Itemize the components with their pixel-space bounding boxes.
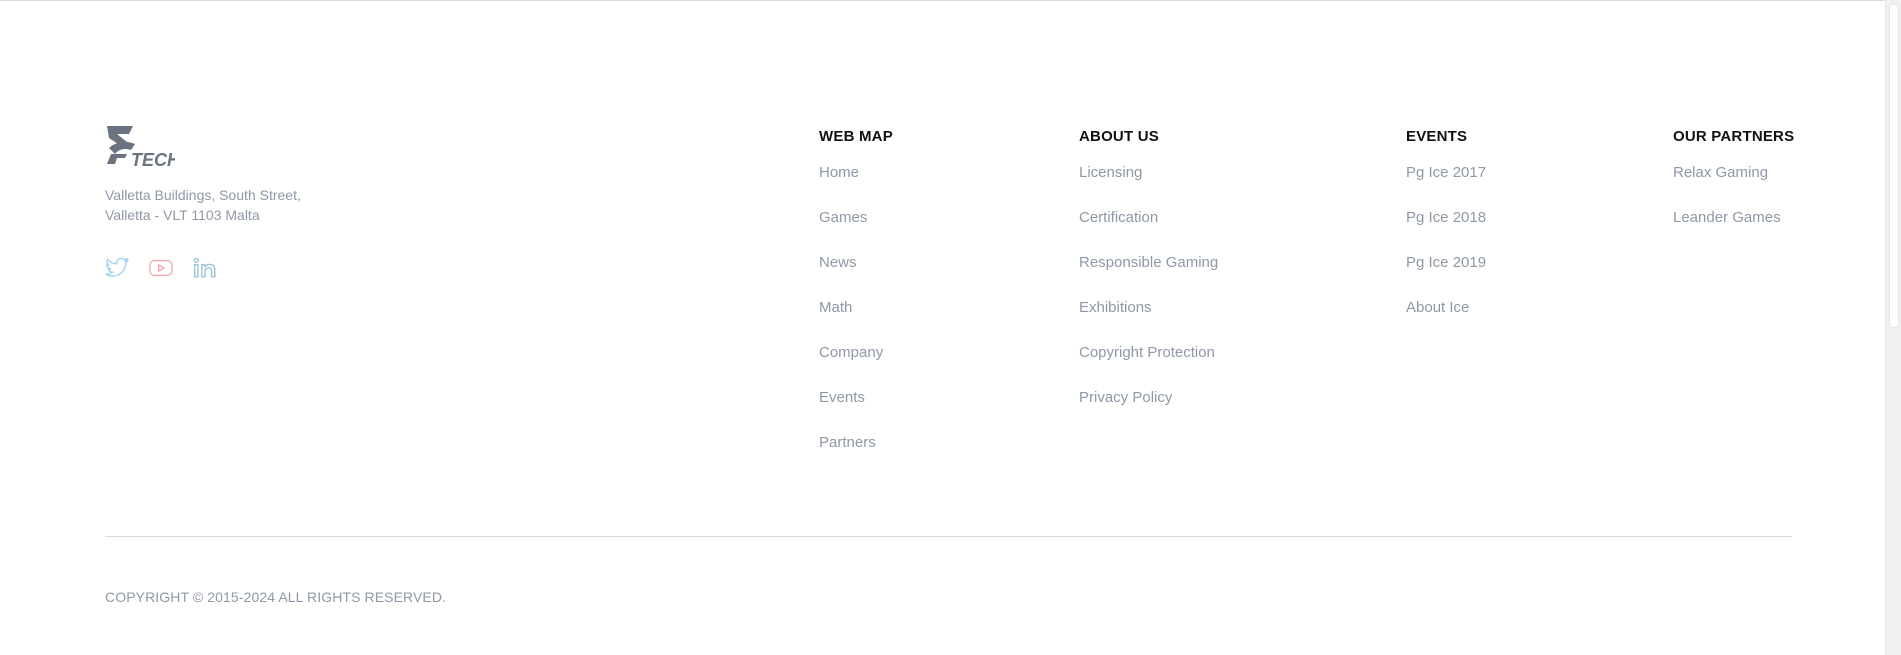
address-line-2: Valletta - VLT 1103 Malta: [105, 207, 260, 223]
footer-link-copyright-protection: Copyright Protection: [1079, 344, 1218, 389]
footer-link-pg-ice-2017: Pg Ice 2017: [1406, 164, 1486, 209]
footer-column-web-map: WEB MAP Home Games News Math Company Eve…: [819, 128, 893, 479]
footer-link-exhibitions: Exhibitions: [1079, 299, 1218, 344]
column-heading: WEB MAP: [819, 128, 893, 145]
site-footer: TECH Valletta Buildings, South Street, V…: [0, 0, 1886, 655]
footer-link-responsible-gaming: Responsible Gaming: [1079, 254, 1218, 299]
footer-link-label[interactable]: Exhibitions: [1079, 299, 1152, 316]
footer-link-news: News: [819, 254, 893, 299]
footer-link-label[interactable]: Copyright Protection: [1079, 344, 1215, 361]
footer-link-certification: Certification: [1079, 209, 1218, 254]
footer-column-about-us: ABOUT US Licensing Certification Respons…: [1079, 128, 1218, 434]
footer-link-label[interactable]: News: [819, 254, 857, 271]
footer-column-events: EVENTS Pg Ice 2017 Pg Ice 2018 Pg Ice 20…: [1406, 128, 1486, 344]
footer-link-label[interactable]: Math: [819, 299, 852, 316]
footer-link-label[interactable]: About Ice: [1406, 299, 1469, 316]
column-heading: ABOUT US: [1079, 128, 1159, 145]
footer-link-label[interactable]: Responsible Gaming: [1079, 254, 1218, 271]
footer-link-label[interactable]: Home: [819, 164, 859, 181]
footer-link-label[interactable]: Licensing: [1079, 164, 1142, 181]
footer-link-pg-ice-2019: Pg Ice 2019: [1406, 254, 1486, 299]
footer-link-home: Home: [819, 164, 893, 209]
address-line-1: Valletta Buildings, South Street,: [105, 187, 301, 203]
footer-link-games: Games: [819, 209, 893, 254]
company-logo[interactable]: TECH: [105, 124, 175, 168]
footer-link-label[interactable]: Pg Ice 2019: [1406, 254, 1486, 271]
footer-link-relax-gaming: Relax Gaming: [1673, 164, 1794, 209]
footer-column-partners: OUR PARTNERS Relax Gaming Leander Games: [1673, 128, 1794, 254]
footer-link-label[interactable]: Pg Ice 2018: [1406, 209, 1486, 226]
footer-link-label[interactable]: Company: [819, 344, 883, 361]
copyright-text: COPYRIGHT © 2015-2024 ALL RIGHTS RESERVE…: [105, 589, 447, 605]
footer-link-partners: Partners: [819, 434, 893, 479]
footer-link-label[interactable]: Leander Games: [1673, 209, 1781, 226]
footer-link-label[interactable]: Relax Gaming: [1673, 164, 1768, 181]
footer-link-events: Events: [819, 389, 893, 434]
linkedin-icon: [193, 257, 216, 278]
logo-text: TECH: [131, 150, 175, 168]
youtube-link[interactable]: [149, 256, 173, 280]
youtube-icon: [149, 259, 173, 277]
page-scrollbar[interactable]: [1885, 0, 1901, 655]
footer-link-label[interactable]: Privacy Policy: [1079, 389, 1172, 406]
footer-link-pg-ice-2018: Pg Ice 2018: [1406, 209, 1486, 254]
footer-link-leander-games: Leander Games: [1673, 209, 1794, 254]
column-heading: OUR PARTNERS: [1673, 128, 1795, 145]
footer-link-about-ice: About Ice: [1406, 299, 1486, 344]
company-address: Valletta Buildings, South Street, Vallet…: [105, 185, 301, 225]
footer-link-company: Company: [819, 344, 893, 389]
scrollbar-thumb[interactable]: [1889, 4, 1899, 328]
footer-link-label[interactable]: Events: [819, 389, 865, 406]
twitter-link[interactable]: [105, 256, 129, 280]
footer-link-label[interactable]: Pg Ice 2017: [1406, 164, 1486, 181]
social-links: [105, 256, 217, 280]
footer-link-privacy-policy: Privacy Policy: [1079, 389, 1218, 434]
column-heading: EVENTS: [1406, 128, 1468, 145]
footer-link-licensing: Licensing: [1079, 164, 1218, 209]
footer-link-label[interactable]: Certification: [1079, 209, 1158, 226]
footer-brand: TECH Valletta Buildings, South Street, V…: [105, 124, 301, 225]
twitter-icon: [105, 257, 129, 277]
linkedin-link[interactable]: [193, 256, 217, 280]
footer-link-math: Math: [819, 299, 893, 344]
footer-divider: [105, 536, 1792, 537]
footer-link-label[interactable]: Games: [819, 209, 867, 226]
footer-link-label[interactable]: Partners: [819, 434, 876, 451]
